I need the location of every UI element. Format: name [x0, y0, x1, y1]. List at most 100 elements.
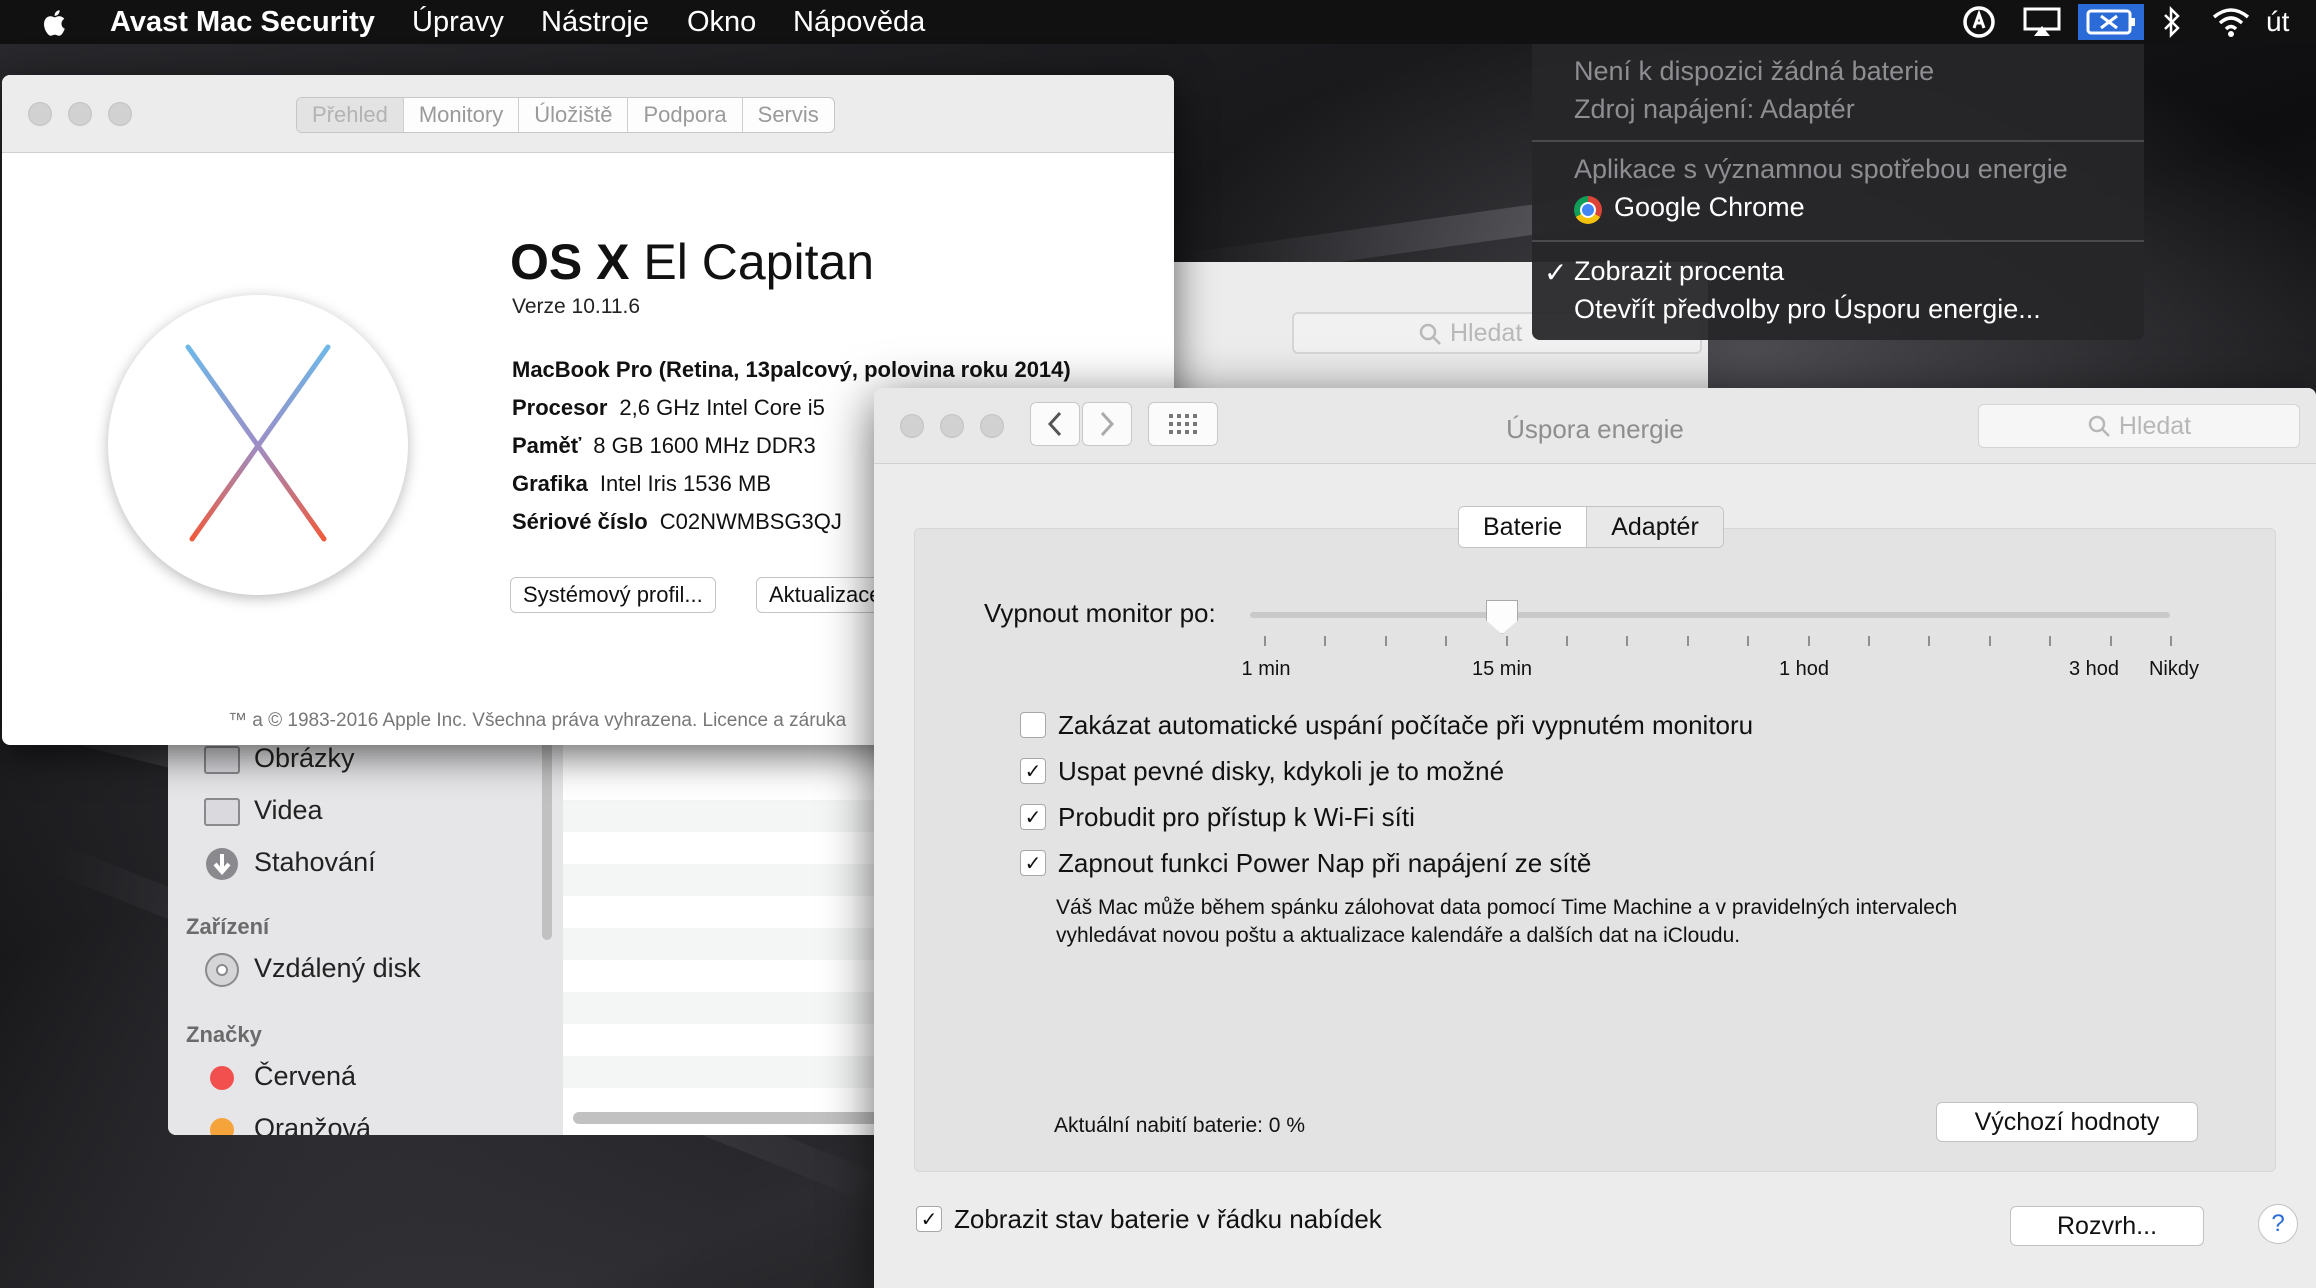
sidebar-item-tag-orange[interactable]: Oranžová: [254, 1113, 371, 1135]
disc-icon: [205, 953, 239, 987]
checkmark-icon: ✓: [1544, 257, 1568, 288]
spec-processor: Procesor 2,6 GHz Intel Core i5: [512, 395, 825, 421]
power-source-tabs: Baterie Adaptér: [1458, 506, 1724, 548]
option-power-nap[interactable]: ✓ Zapnout funkci Power Nap při napájení …: [1020, 848, 1591, 878]
search-placeholder: Hledat: [2118, 411, 2192, 440]
slider-tick: [1324, 636, 1327, 646]
os-name-light: El Capitan: [643, 234, 875, 290]
menu-no-battery: Není k dispozici žádná baterie: [1574, 56, 1935, 86]
menu-open-energy-prefs[interactable]: Otevřít předvolby pro Úsporu energie...: [1574, 294, 2041, 325]
option-wake-wifi[interactable]: ✓ Probudit pro přístup k Wi-Fi síti: [1020, 802, 1415, 832]
checkbox[interactable]: ✓: [1020, 804, 1046, 830]
menu-separator: [1532, 240, 2144, 242]
sidebar-item-downloads[interactable]: Stahování: [254, 847, 376, 878]
folder-icon: [204, 798, 240, 826]
option-label: Zobrazit stav baterie v řádku nabídek: [954, 1203, 1382, 1234]
el-capitan-logo-icon: [108, 295, 408, 595]
search-icon: [2088, 415, 2110, 437]
display-sleep-slider[interactable]: [1250, 612, 2170, 618]
os-name: OS X El Capitan: [510, 233, 874, 291]
option-disk-sleep[interactable]: ✓ Uspat pevné disky, kdykoli je to možné: [1020, 756, 1504, 786]
sidebar-item-pictures[interactable]: Obrázky: [254, 743, 355, 774]
spec-label: Paměť: [512, 433, 582, 458]
menu-window[interactable]: Okno: [687, 6, 756, 38]
spec-value: Intel Iris 1536 MB: [599, 471, 772, 496]
system-report-button[interactable]: Systémový profil...: [510, 577, 716, 613]
spec-value: 2,6 GHz Intel Core i5: [619, 395, 825, 420]
tab-adapter[interactable]: Adaptér: [1586, 507, 1723, 547]
os-name-bold: OS X: [510, 234, 630, 290]
tab-storage[interactable]: Úložiště: [519, 98, 629, 132]
slider-tick: [2109, 636, 2112, 646]
menu-app-name[interactable]: Avast Mac Security: [110, 6, 375, 38]
avast-status-icon[interactable]: [1958, 4, 2000, 40]
option-label: Zakázat automatické uspání počítače při …: [1058, 709, 1754, 740]
search-icon: [1419, 323, 1441, 345]
slider-tick: [1505, 636, 1508, 646]
display-sleep-label: Vypnout monitor po:: [984, 598, 1216, 628]
sidebar-item-remote-disc[interactable]: Vzdálený disk: [254, 953, 421, 984]
spec-memory: Paměť 8 GB 1600 MHz DDR3: [512, 433, 816, 459]
spec-label: Sériové číslo: [512, 509, 648, 534]
option-label: Zapnout funkci Power Nap při napájení ze…: [1058, 847, 1592, 878]
tab-service[interactable]: Servis: [743, 98, 834, 132]
spec-label: Grafika: [512, 471, 588, 496]
wifi-icon[interactable]: [2208, 4, 2254, 40]
menu-show-percent[interactable]: Zobrazit procenta: [1574, 256, 1784, 287]
menu-app-chrome[interactable]: Google Chrome: [1614, 192, 1805, 223]
tab-support[interactable]: Podpora: [628, 98, 743, 132]
tag-red-icon: [210, 1066, 234, 1090]
tab-displays[interactable]: Monitory: [404, 98, 520, 132]
airplay-icon[interactable]: [2020, 4, 2064, 40]
spec-label: Procesor: [512, 395, 608, 420]
checkbox[interactable]: [1020, 712, 1046, 738]
slider-tick: [2170, 636, 2172, 646]
tick-label: 3 hod: [2068, 658, 2120, 680]
tab-overview[interactable]: Přehled: [297, 98, 404, 132]
mac-model: MacBook Pro (Retina, 13palcový, polovina…: [512, 357, 1071, 382]
minimize-button[interactable]: [68, 102, 92, 126]
background-search-placeholder: Hledat: [1450, 319, 1523, 347]
schedule-button[interactable]: Rozvrh...: [2010, 1206, 2204, 1246]
folder-icon: [204, 746, 240, 774]
energy-titlebar: Úspora energie Hledat: [874, 388, 2316, 464]
spec-value: C02NWMBSG3QJ: [659, 509, 842, 534]
search-field[interactable]: Hledat: [1978, 404, 2300, 448]
slider-tick: [1747, 636, 1750, 646]
battery-charge-status: Aktuální nabití baterie: 0 %: [1054, 1114, 1305, 1137]
sidebar-item-videos[interactable]: Videa: [254, 795, 323, 826]
slider-tick: [1928, 636, 1931, 646]
tab-battery[interactable]: Baterie: [1459, 507, 1587, 547]
checkbox[interactable]: ✓: [1020, 850, 1046, 876]
sidebar-item-tag-red[interactable]: Červená: [254, 1061, 356, 1092]
spec-graphics: Grafika Intel Iris 1536 MB: [512, 471, 771, 497]
slider-tick: [2049, 636, 2052, 646]
tick-label: 1 min: [1241, 658, 1291, 680]
slider-tick: [1384, 636, 1387, 646]
close-button[interactable]: [28, 102, 52, 126]
chrome-icon: [1574, 196, 1602, 224]
restore-defaults-button[interactable]: Výchozí hodnoty: [1936, 1102, 2198, 1142]
option-prevent-sleep[interactable]: Zakázat automatické uspání počítače při …: [1020, 710, 1753, 740]
apple-logo-icon[interactable]: [38, 6, 72, 40]
sidebar-header-tags: Značky: [186, 1022, 262, 1047]
energy-saver-window: Úspora energie Hledat Baterie Adaptér Vy…: [874, 388, 2316, 1288]
slider-tick: [1626, 636, 1629, 646]
checkbox[interactable]: ✓: [1020, 758, 1046, 784]
menu-edit[interactable]: Úpravy: [412, 6, 504, 38]
battery-status-icon[interactable]: [2078, 4, 2144, 40]
spec-serial: Sériové číslo C02NWMBSG3QJ: [512, 509, 842, 535]
finder-sidebar: Obrázky Videa Stahování Zařízení Vzdálen…: [168, 680, 563, 1135]
option-show-battery-status[interactable]: ✓ Zobrazit stav baterie v řádku nabídek: [916, 1204, 1382, 1234]
bluetooth-icon[interactable]: [2156, 4, 2188, 40]
tick-label: 1 hod: [1778, 658, 1830, 680]
menu-tools[interactable]: Nástroje: [541, 6, 649, 38]
download-icon: [206, 848, 238, 880]
menu-clock[interactable]: út: [2266, 6, 2289, 38]
menu-help[interactable]: Nápověda: [793, 6, 925, 38]
checkbox[interactable]: ✓: [916, 1206, 942, 1232]
zoom-button[interactable]: [108, 102, 132, 126]
slider-tick: [1264, 636, 1266, 646]
help-button[interactable]: ?: [2258, 1204, 2298, 1244]
slider-tick: [1807, 636, 1810, 646]
